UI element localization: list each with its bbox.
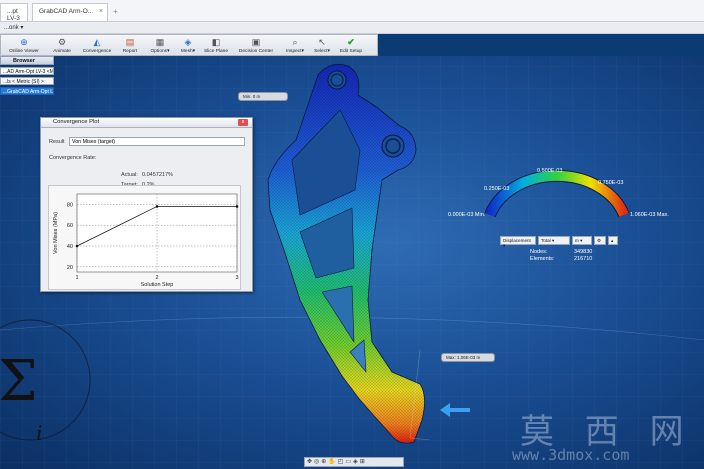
globe-icon: ⊕ xyxy=(20,37,28,47)
button-label: Animate xyxy=(53,49,71,54)
decision-center-button[interactable]: ▣ Decision Center xyxy=(237,36,275,56)
address-fragment[interactable]: ...onk ▾ xyxy=(4,25,23,31)
x-tick-label: 1 xyxy=(75,275,78,281)
button-label: Mesh xyxy=(180,49,193,54)
legend-label-1: 0.250E-03 xyxy=(484,186,510,192)
inspect-icon: ⌕ xyxy=(292,37,298,47)
callout-text: Max: 1.06E-03 m xyxy=(446,355,481,360)
convergence-chart: 20 40 60 80 1 2 3 Solution Step Von Mises (MPa) xyxy=(48,185,241,290)
data-point xyxy=(155,205,159,208)
legend-label-3: 0.750E-03 xyxy=(598,180,624,186)
legend-label-max: 1.060E-03 Max. xyxy=(630,212,669,218)
legend-settings-icon[interactable]: ⚙ xyxy=(594,236,606,245)
nodes-value: 349830 xyxy=(574,249,593,255)
ribbon-toolbar: ⊕ Online Viewer ⚙ Animate ◭ Convergence ▤ Re… xyxy=(0,34,378,56)
document-tab-previous[interactable]: ...pt LV-3 xyxy=(0,3,28,22)
view-navigation-bar[interactable]: ✥◎⊕✋◰▭◈⊞ xyxy=(304,457,404,467)
report-icon: ▤ xyxy=(125,37,135,47)
select-icon: ↖ xyxy=(318,37,326,47)
chart-svg: 20 40 60 80 1 2 3 Solution Step Von Mises (MPa) xyxy=(53,193,239,288)
data-point xyxy=(75,244,79,248)
online-viewer-button[interactable]: ⊕ Online Viewer xyxy=(7,36,41,56)
button-label: Edit Setup xyxy=(339,49,363,54)
select-value: Total xyxy=(541,238,551,243)
actual-label: Actual: xyxy=(121,172,138,178)
callout-text: Min. 0 m xyxy=(243,94,261,99)
inspect-button[interactable]: ⌕ Inspect▾ xyxy=(283,36,307,56)
window-title-bar: ...pt LV-3 GrabCAD Arm-O... × + xyxy=(0,0,704,22)
button-label: Report xyxy=(122,49,138,54)
y-tick-label: 40 xyxy=(67,244,73,250)
x-tick-label: 3 xyxy=(235,275,238,281)
edit-setup-button[interactable]: ✔ Edit Setup xyxy=(337,36,365,56)
decision-center-icon: ▣ xyxy=(251,37,261,47)
result-type-select[interactable]: Displacement ▾ xyxy=(500,236,536,248)
legend-label-min: 0.000E-03 Min. xyxy=(448,212,486,218)
animate-button[interactable]: ⚙ Animate xyxy=(47,36,77,56)
button-label: Select xyxy=(314,49,328,54)
report-button[interactable]: ▤ Report xyxy=(119,36,141,56)
watermark-url: www.3dmox.com xyxy=(512,446,630,464)
tab-label: ...pt LV-3 xyxy=(7,8,20,22)
result-label: Result xyxy=(49,139,65,145)
sub-toolbar: ...onk ▾ xyxy=(0,22,704,34)
button-label: Slice Plane xyxy=(204,49,228,54)
x-axis-label: Solution Step xyxy=(141,282,174,288)
browser-node-model[interactable]: ...GrabCAD Arm-Opt LV-3 xyxy=(0,87,54,95)
units-select[interactable]: m ▾ xyxy=(572,236,592,245)
component-select[interactable]: Total ▾ xyxy=(538,236,570,245)
close-icon[interactable]: × xyxy=(99,8,103,15)
edit-setup-icon: ✔ xyxy=(347,37,355,47)
mesh-button[interactable]: ◈ Mesh▾ xyxy=(177,36,199,56)
select-value: m xyxy=(575,238,579,243)
nodes-label: Nodes: xyxy=(530,249,548,255)
elements-value: 216710 xyxy=(574,256,593,262)
button-label: Convergence xyxy=(82,49,112,54)
max-callout[interactable]: Max: 1.06E-03 m xyxy=(441,353,495,362)
browser-node-study[interactable]: ...AD Arm-Opt LV-3 <M xyxy=(0,67,54,75)
actual-value: 0.0457217% xyxy=(142,172,173,178)
slice-plane-icon: ◧ xyxy=(211,37,221,47)
y-tick-label: 80 xyxy=(67,202,73,208)
dialog-title: Convergence Plot xyxy=(41,118,252,128)
y-axis-label: Von Mises (MPa) xyxy=(53,212,59,254)
y-tick-label: 60 xyxy=(67,223,73,229)
convergence-rate-label: Convergence Rate: xyxy=(49,155,97,161)
document-tab-active[interactable]: GrabCAD Arm-O... × xyxy=(32,3,108,21)
x-tick-label: 2 xyxy=(155,275,158,281)
convergence-icon: ◭ xyxy=(93,37,101,47)
options-icon: ▦ xyxy=(155,37,165,47)
button-label: Online Viewer xyxy=(9,49,39,54)
close-icon[interactable]: x xyxy=(238,119,248,126)
animate-icon: ⚙ xyxy=(57,37,67,47)
convergence-plot-dialog: Convergence Plot x Result Von Mises (tar… xyxy=(40,117,253,292)
tab-label: GrabCAD Arm-O... xyxy=(39,8,94,15)
select-button[interactable]: ↖ Select▾ xyxy=(311,36,333,56)
browser-node-units[interactable]: ...ls < Metric (SI) > xyxy=(0,77,54,85)
result-select[interactable]: Von Mises (target) xyxy=(69,137,245,146)
elements-label: Elements: xyxy=(530,256,555,262)
legend-controls: Displacement ▾ Total ▾ m ▾ ⚙ ▴ xyxy=(500,236,622,248)
options-button[interactable]: ▦ Options▾ xyxy=(147,36,173,56)
button-label: Inspect xyxy=(286,49,302,54)
nav-tools[interactable]: ✥◎⊕✋◰▭◈⊞ xyxy=(307,459,367,465)
slice-plane-button[interactable]: ◧ Slice Plane xyxy=(203,36,229,56)
button-label: Decision Center xyxy=(238,49,274,54)
new-tab-icon[interactable]: + xyxy=(113,7,118,16)
convergence-button[interactable]: ◭ Convergence xyxy=(81,36,113,56)
collapse-icon[interactable]: ▴ xyxy=(608,236,618,245)
min-callout[interactable]: Min. 0 m xyxy=(238,92,288,101)
mesh-icon: ◈ xyxy=(184,37,192,47)
legend-label-2: 0.500E-03 xyxy=(537,168,563,174)
button-label: Options xyxy=(150,49,168,54)
select-value: Displacement xyxy=(503,238,531,243)
browser-title: Browser xyxy=(0,56,54,65)
y-tick-label: 20 xyxy=(67,265,73,271)
model-browser: Browser ...AD Arm-Opt LV-3 <M ...ls < Me… xyxy=(0,56,54,106)
data-point xyxy=(235,205,239,208)
